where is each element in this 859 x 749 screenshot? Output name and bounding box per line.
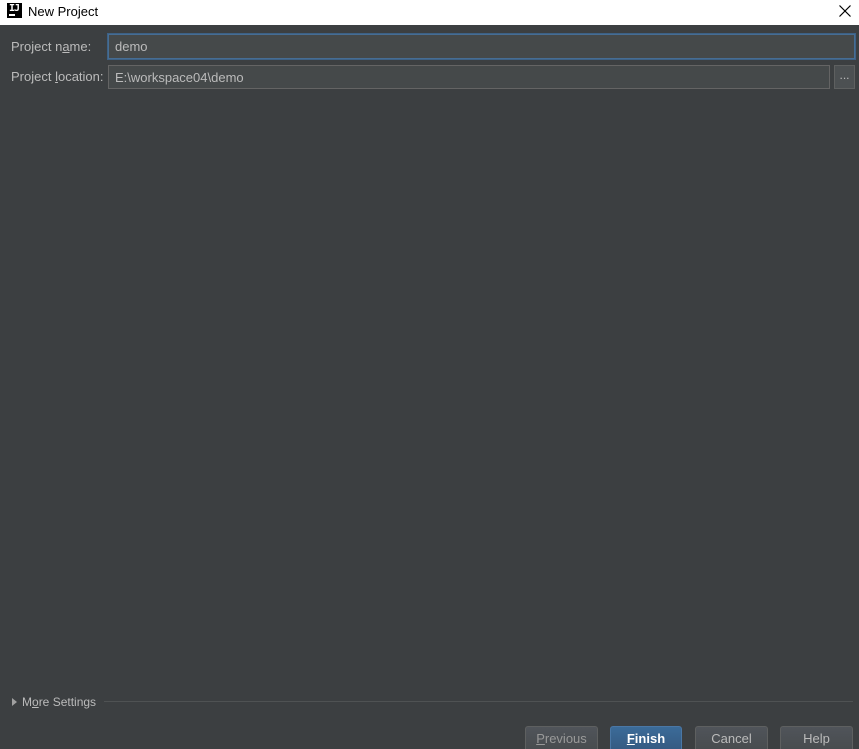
more-settings-label-mnemonic: o bbox=[32, 695, 39, 709]
project-location-label: Project location: bbox=[11, 69, 104, 84]
expand-arrow-icon bbox=[12, 698, 17, 706]
new-project-dialog: IJ New Project Project name: Project loc… bbox=[0, 0, 859, 749]
app-icon-glyph: IJ bbox=[9, 3, 20, 14]
intellij-app-icon: IJ bbox=[7, 3, 22, 18]
browse-location-button[interactable]: ... bbox=[834, 65, 855, 89]
project-location-label-pre: Project bbox=[11, 69, 56, 84]
cancel-button[interactable]: Cancel bbox=[695, 726, 768, 749]
project-location-input[interactable] bbox=[108, 65, 830, 89]
more-settings-label: More Settings bbox=[22, 695, 96, 709]
finish-button-mnemonic: F bbox=[626, 731, 635, 746]
previous-button-label: revious bbox=[544, 731, 587, 746]
project-name-input[interactable] bbox=[108, 34, 855, 59]
app-icon-bar bbox=[9, 14, 15, 16]
window-title: New Project bbox=[28, 4, 99, 19]
close-button[interactable] bbox=[831, 0, 859, 24]
more-settings-label-pre: M bbox=[22, 695, 32, 709]
project-name-label-mnemonic: a bbox=[62, 39, 70, 54]
close-icon bbox=[839, 5, 851, 17]
project-name-label-post: me: bbox=[69, 39, 92, 54]
project-location-label-post: ocation: bbox=[57, 69, 104, 84]
project-name-label-pre: Project n bbox=[11, 39, 63, 54]
finish-button[interactable]: Finish bbox=[610, 726, 682, 749]
finish-button-label: inish bbox=[634, 731, 666, 746]
project-name-label: Project name: bbox=[11, 39, 91, 54]
more-settings-separator bbox=[104, 701, 853, 702]
more-settings-label-post: re Settings bbox=[38, 695, 97, 709]
title-bar: IJ New Project bbox=[0, 0, 859, 25]
previous-button-mnemonic: P bbox=[536, 731, 545, 746]
previous-button[interactable]: Previous bbox=[525, 726, 598, 749]
help-button[interactable]: Help bbox=[780, 726, 853, 749]
